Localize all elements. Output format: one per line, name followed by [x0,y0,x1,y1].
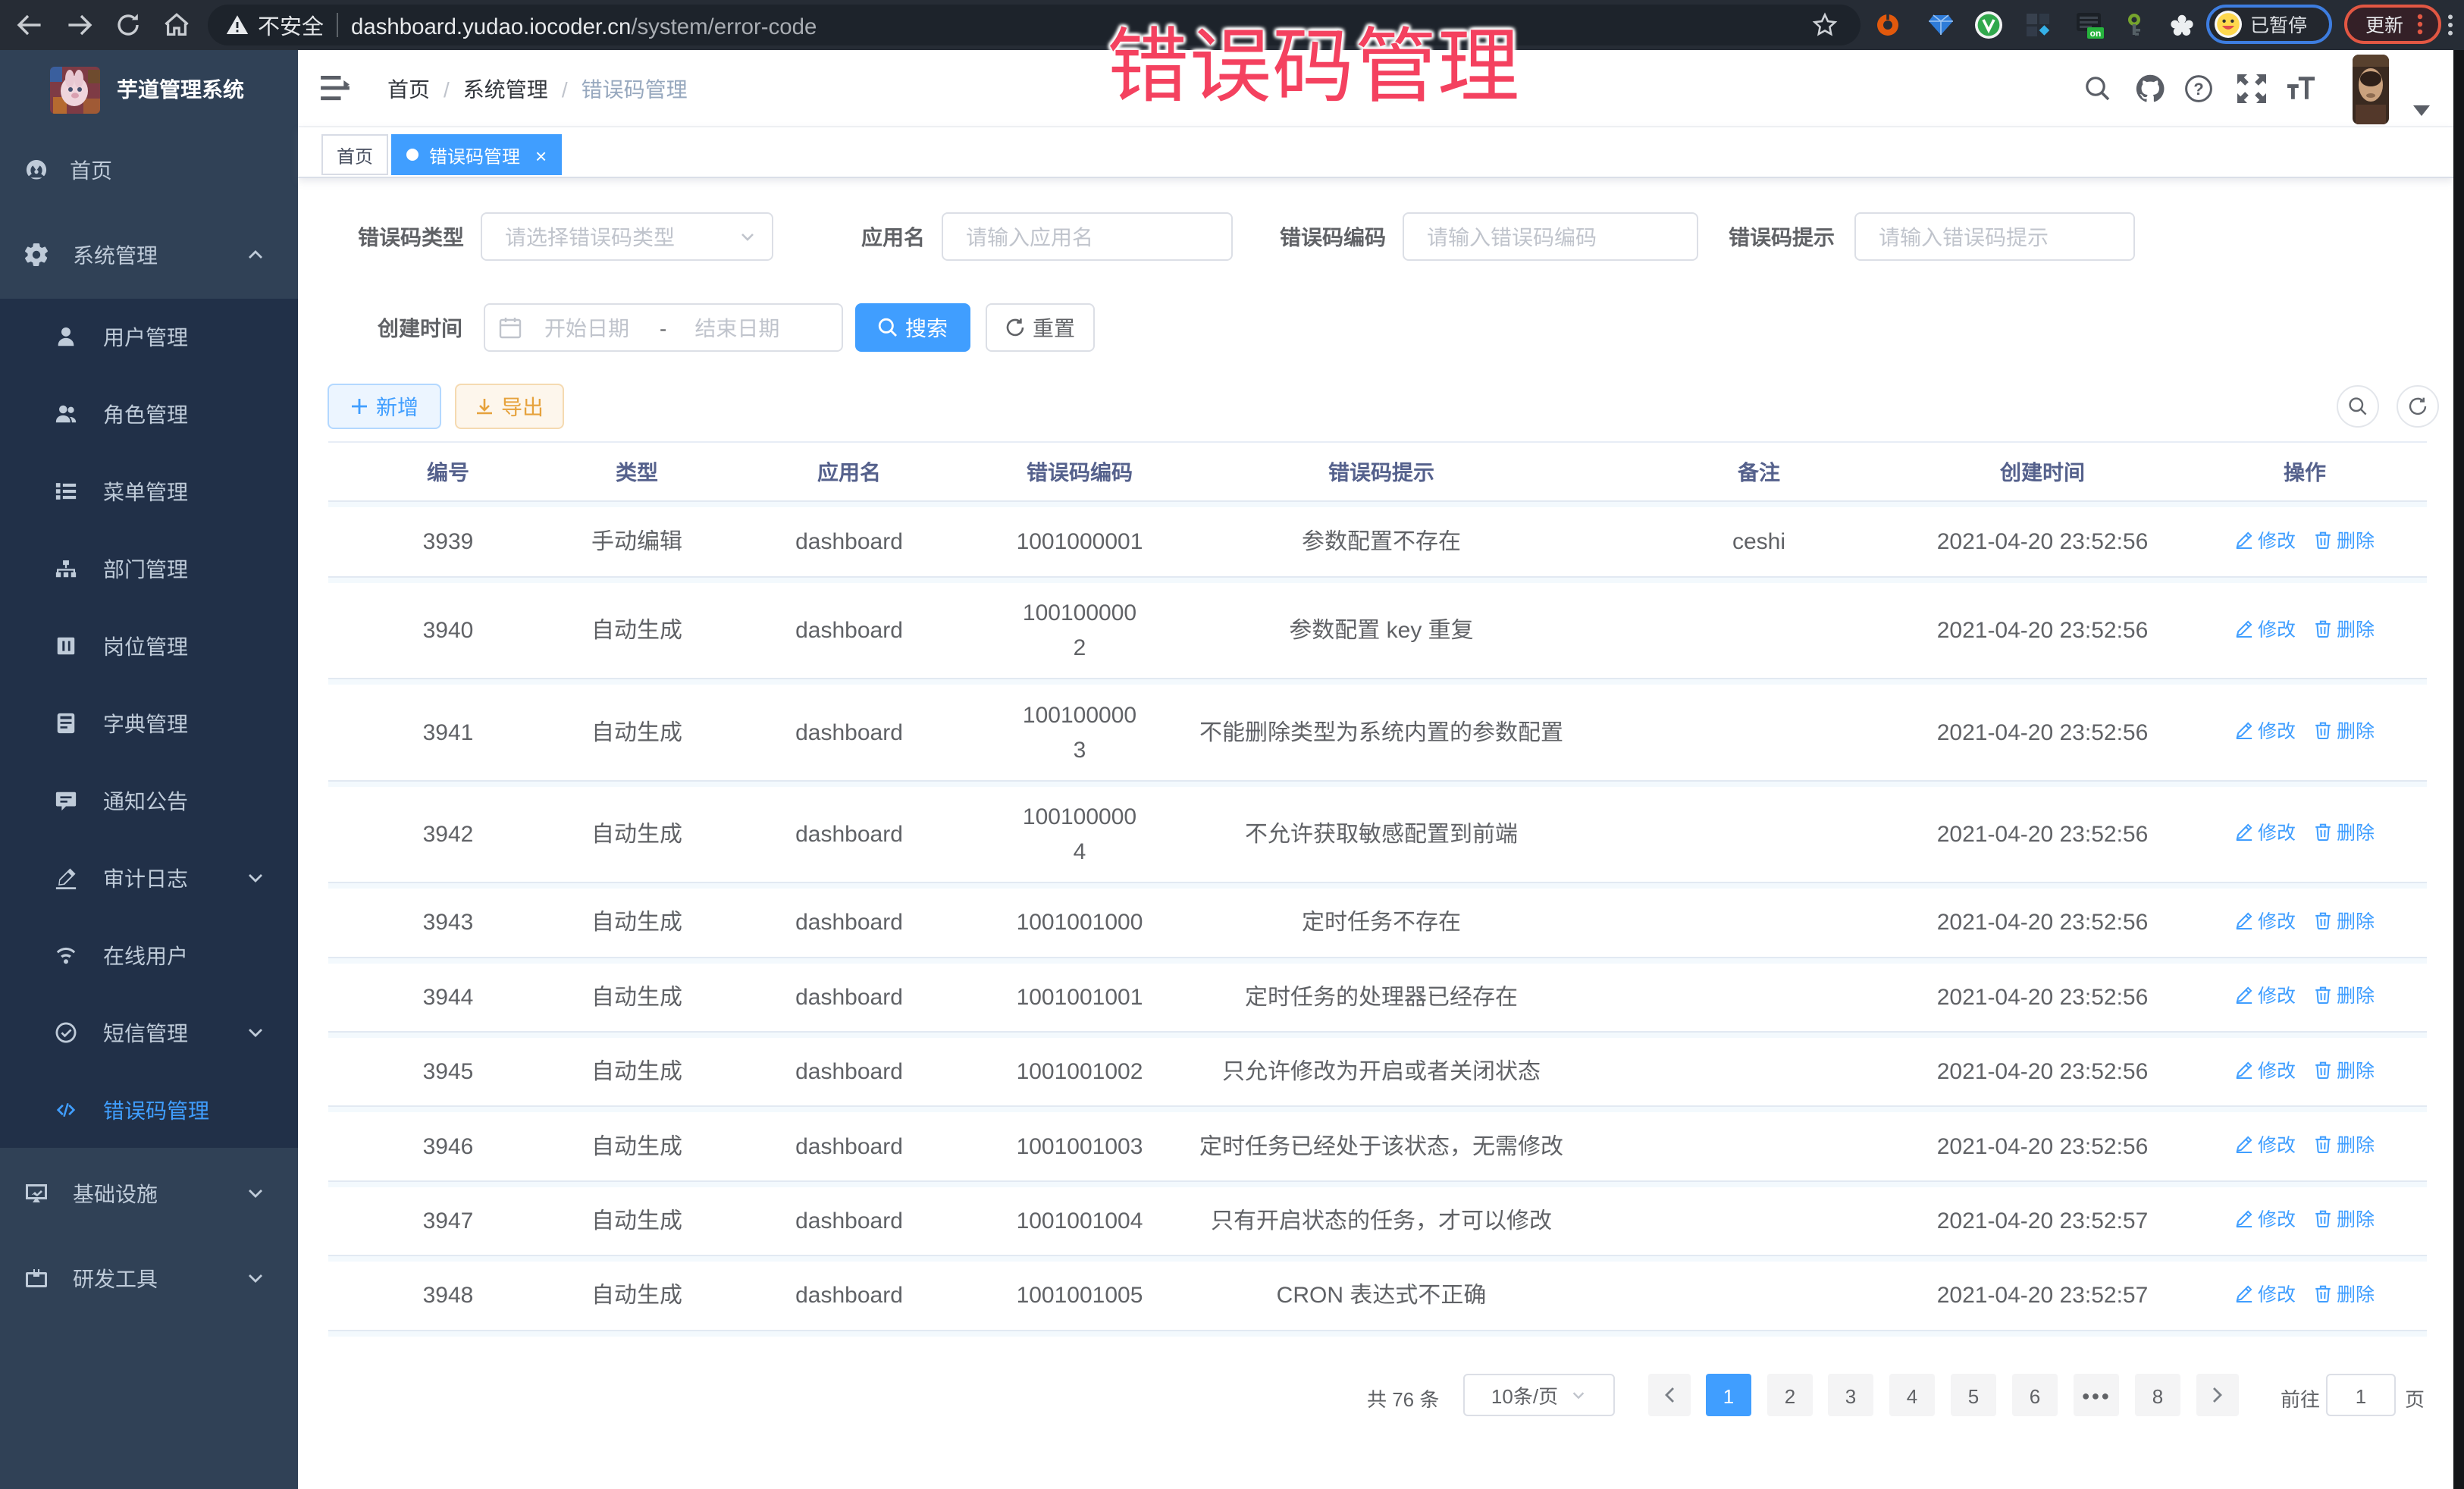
svg-text:?: ? [2193,80,2203,99]
svg-text:on: on [2090,28,2102,39]
